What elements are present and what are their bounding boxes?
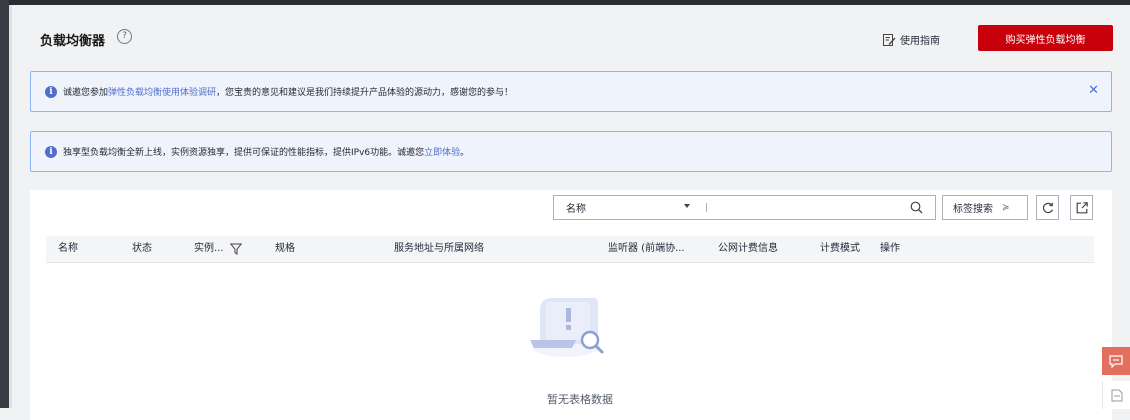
- search-icon[interactable]: [910, 201, 923, 214]
- help-icon[interactable]: ?: [117, 29, 132, 44]
- column-header-spec[interactable]: 规格: [275, 236, 295, 262]
- column-header-name[interactable]: 名称: [58, 236, 78, 262]
- search-field-select[interactable]: 名称: [554, 196, 706, 219]
- survey-notice: i 诚邀您参加 弹性负载均衡使用体验调研 ，您宝贵的意见和建议是我们持续提升产品体验…: [30, 71, 1112, 112]
- search-field-label: 名称: [566, 204, 586, 215]
- column-header-billing-mode[interactable]: 计费模式: [820, 236, 860, 262]
- search-separator: [706, 203, 707, 212]
- refresh-button[interactable]: [1036, 195, 1059, 220]
- chat-icon: [1109, 354, 1123, 368]
- export-icon: [1076, 201, 1088, 213]
- survey-link[interactable]: 弹性负载均衡使用体验调研: [108, 85, 216, 98]
- column-header-public-billing[interactable]: 公网计费信息: [718, 236, 778, 262]
- export-button[interactable]: [1070, 195, 1093, 220]
- tag-search-button[interactable]: 标签搜索 ≽: [942, 195, 1028, 220]
- empty-table-text: 暂无表格数据: [547, 393, 613, 406]
- caret-down-icon: [684, 204, 690, 208]
- survey-notice-text-tail: ，您宝贵的意见和建议是我们持续提升产品体验的源动力，感谢您的参与！: [216, 88, 514, 98]
- dedicated-notice: i 独享型负载均衡全新上线，实例资源独享，提供可保证的性能指标，提供IPv6功能…: [30, 131, 1112, 172]
- left-nav-strip: [0, 0, 9, 408]
- column-header-instance[interactable]: 实例...: [194, 236, 224, 262]
- dedicated-notice-text-tail: 。: [460, 148, 470, 158]
- close-icon[interactable]: ✕: [1088, 84, 1099, 98]
- try-now-link[interactable]: 立即体验: [424, 145, 460, 158]
- search-input[interactable]: [710, 197, 904, 219]
- table-header: 名称 状态 实例... 规格 服务地址与所属网络 监听器 (前端协... 公网计…: [46, 236, 1094, 263]
- buy-elb-button[interactable]: 购买弹性负载均衡: [978, 25, 1113, 51]
- chat-feedback-button[interactable]: [1102, 347, 1130, 375]
- column-header-operation: 操作: [880, 243, 900, 254]
- filter-icon[interactable]: [230, 243, 242, 255]
- search-box: 名称: [553, 195, 936, 220]
- document-icon: [1111, 389, 1123, 401]
- guide-edit-icon: [883, 33, 896, 46]
- column-header-address-network[interactable]: 服务地址与所属网络: [394, 236, 484, 262]
- column-header-status[interactable]: 状态: [132, 236, 152, 262]
- column-header-listener[interactable]: 监听器 (前端协...: [608, 236, 685, 262]
- top-bar: [0, 0, 1130, 5]
- info-icon: i: [45, 145, 57, 158]
- refresh-icon: [1042, 202, 1053, 213]
- tag-search-label: 标签搜索: [953, 204, 993, 215]
- page-title: 负载均衡器: [40, 34, 106, 49]
- left-divider: [9, 5, 12, 408]
- usage-guide-label: 使用指南: [900, 36, 940, 47]
- survey-float-button[interactable]: [1102, 381, 1130, 409]
- info-icon: i: [45, 85, 57, 98]
- double-chevron-down-icon: ≽: [1002, 202, 1010, 213]
- empty-data-illustration: [530, 298, 604, 357]
- usage-guide-link[interactable]: 使用指南: [883, 32, 940, 47]
- dedicated-notice-text: 独享型负载均衡全新上线，实例资源独享，提供可保证的性能指标，提供IPv6功能。诚…: [63, 148, 425, 158]
- survey-notice-text: 诚邀您参加: [63, 88, 109, 98]
